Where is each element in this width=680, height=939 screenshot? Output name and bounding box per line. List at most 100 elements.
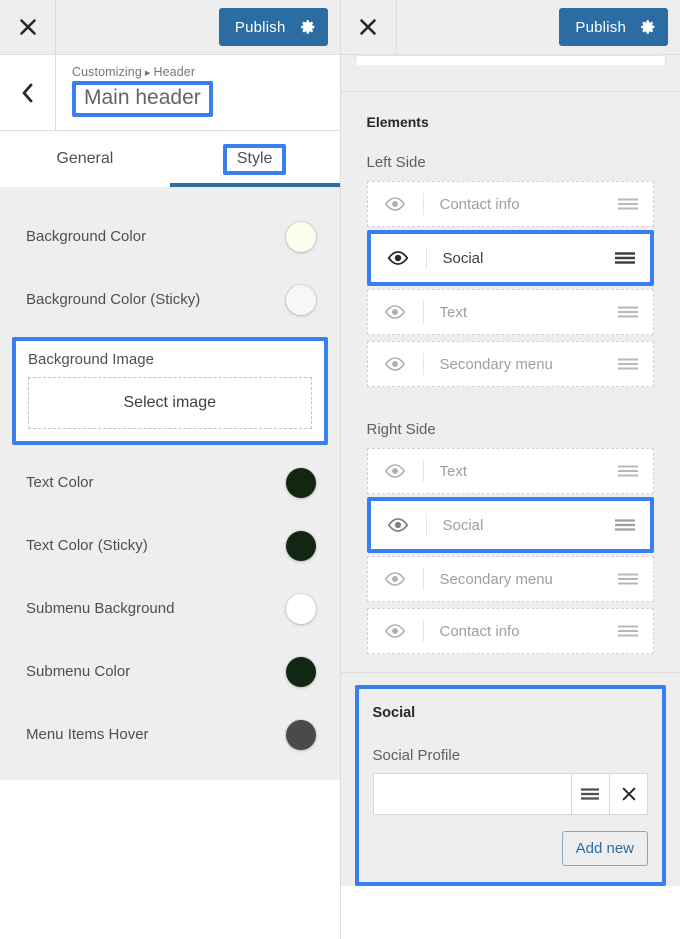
element-row-label: Contact info <box>424 623 618 640</box>
publish-group: Publish <box>219 8 328 46</box>
eye-icon[interactable] <box>368 460 424 482</box>
eye-icon[interactable] <box>368 301 424 323</box>
eye-icon[interactable] <box>371 514 427 536</box>
section-divider <box>341 672 680 673</box>
section-spacer <box>341 393 680 421</box>
close-icon[interactable] <box>0 0 56 54</box>
chevron-left-icon[interactable] <box>0 55 56 130</box>
drag-handle-icon[interactable] <box>617 464 653 478</box>
setting-background-color-sticky[interactable]: Background Color (Sticky) <box>0 268 340 331</box>
elements-section: Elements Left Side Contact info <box>341 92 680 886</box>
element-row-label: Contact info <box>424 196 618 213</box>
breadcrumb-path: Customizing▸Header <box>72 65 195 79</box>
element-row-text-right[interactable]: Text <box>367 448 655 494</box>
drag-handle-icon[interactable] <box>617 357 653 371</box>
drag-handle-icon[interactable] <box>614 251 650 265</box>
add-new-row: Add new <box>373 831 649 866</box>
close-icon[interactable] <box>609 773 648 815</box>
element-row-social-right[interactable]: Social <box>367 497 655 553</box>
left-side-element-list: Contact info Social <box>341 181 680 387</box>
left-topbar: Publish <box>0 0 340 55</box>
style-tabs: General Style <box>0 131 340 187</box>
right-customizer-panel: Publish Elements Left Side <box>340 0 680 939</box>
scrolled-partial-card-area <box>341 55 680 92</box>
eye-icon[interactable] <box>371 247 427 269</box>
drag-handle-icon[interactable] <box>614 518 650 532</box>
publish-button-label: Publish <box>235 19 286 36</box>
color-swatch[interactable] <box>286 720 316 750</box>
breadcrumb: Customizing▸Header Main header <box>56 55 213 130</box>
setting-menu-items-hover[interactable]: Menu Items Hover <box>0 703 340 766</box>
tab-style[interactable]: Style <box>170 131 340 187</box>
setting-label: Menu Items Hover <box>26 726 286 743</box>
page-title-highlight: Main header <box>72 81 213 117</box>
setting-text-color[interactable]: Text Color <box>0 451 340 514</box>
setting-submenu-color[interactable]: Submenu Color <box>0 640 340 703</box>
setting-label: Background Color (Sticky) <box>26 291 286 308</box>
element-row-secondary-menu-left[interactable]: Secondary menu <box>367 341 655 387</box>
element-row-text-left[interactable]: Text <box>367 289 655 335</box>
color-swatch[interactable] <box>286 594 316 624</box>
tab-general[interactable]: General <box>0 131 170 187</box>
element-row-secondary-menu-right[interactable]: Secondary menu <box>367 556 655 602</box>
social-profile-input[interactable] <box>373 773 571 815</box>
eye-icon[interactable] <box>368 353 424 375</box>
setting-submenu-background[interactable]: Submenu Background <box>0 577 340 640</box>
element-row-label: Secondary menu <box>424 356 618 373</box>
social-panel-title: Social <box>373 705 649 721</box>
element-row-contact-info[interactable]: Contact info <box>367 181 655 227</box>
publish-group: Publish <box>559 8 668 46</box>
setting-text-color-sticky[interactable]: Text Color (Sticky) <box>0 514 340 577</box>
social-settings-panel: Social Social Profile <box>355 685 667 886</box>
color-swatch[interactable] <box>286 468 316 498</box>
setting-label: Submenu Background <box>26 600 286 617</box>
element-row-contact-info-right[interactable]: Contact info <box>367 608 655 654</box>
gear-icon[interactable] <box>640 19 656 35</box>
close-icon[interactable] <box>341 0 397 54</box>
hamburger-icon[interactable] <box>571 773 610 815</box>
breadcrumb-parent[interactable]: Customizing <box>72 65 142 79</box>
setting-label: Background Image <box>28 351 312 368</box>
elements-title: Elements <box>341 114 680 130</box>
publish-button[interactable]: Publish <box>219 8 328 46</box>
partial-card-top[interactable] <box>355 55 667 65</box>
color-swatch[interactable] <box>286 531 316 561</box>
customizer-screenshot: Publish Customizing▸Header <box>0 0 680 939</box>
style-settings-list: Background Color Background Color (Stick… <box>0 187 340 780</box>
element-row-social-left[interactable]: Social <box>367 230 655 286</box>
color-swatch[interactable] <box>286 285 316 315</box>
tab-general-label: General <box>56 150 113 168</box>
social-profile-row <box>373 773 649 815</box>
publish-button[interactable]: Publish <box>559 8 668 46</box>
color-swatch[interactable] <box>286 222 316 252</box>
element-row-label: Text <box>424 304 618 321</box>
eye-icon[interactable] <box>368 620 424 642</box>
setting-label: Submenu Color <box>26 663 286 680</box>
breadcrumb-header: Customizing▸Header Main header <box>0 55 340 131</box>
drag-handle-icon[interactable] <box>617 305 653 319</box>
page-title: Main header <box>84 86 201 110</box>
element-row-label: Social <box>427 517 615 534</box>
add-new-button[interactable]: Add new <box>562 831 648 866</box>
right-topbar: Publish <box>341 0 680 55</box>
drag-handle-icon[interactable] <box>617 572 653 586</box>
select-image-button[interactable]: Select image <box>28 377 312 429</box>
breadcrumb-section[interactable]: Header <box>154 65 196 79</box>
setting-background-color[interactable]: Background Color <box>0 205 340 268</box>
left-customizer-panel: Publish Customizing▸Header <box>0 0 340 939</box>
breadcrumb-separator: ▸ <box>142 67 154 79</box>
gear-icon[interactable] <box>300 19 316 35</box>
setting-label: Text Color (Sticky) <box>26 537 286 554</box>
eye-icon[interactable] <box>368 193 424 215</box>
right-side-label: Right Side <box>341 421 680 438</box>
eye-icon[interactable] <box>368 568 424 590</box>
element-row-label: Secondary menu <box>424 571 618 588</box>
drag-handle-icon[interactable] <box>617 197 653 211</box>
setting-label: Text Color <box>26 474 286 491</box>
select-image-label: Select image <box>124 394 217 412</box>
publish-button-label: Publish <box>575 19 626 36</box>
tab-style-label: Style <box>237 150 273 167</box>
color-swatch[interactable] <box>286 657 316 687</box>
drag-handle-icon[interactable] <box>617 624 653 638</box>
left-side-label: Left Side <box>341 154 680 171</box>
